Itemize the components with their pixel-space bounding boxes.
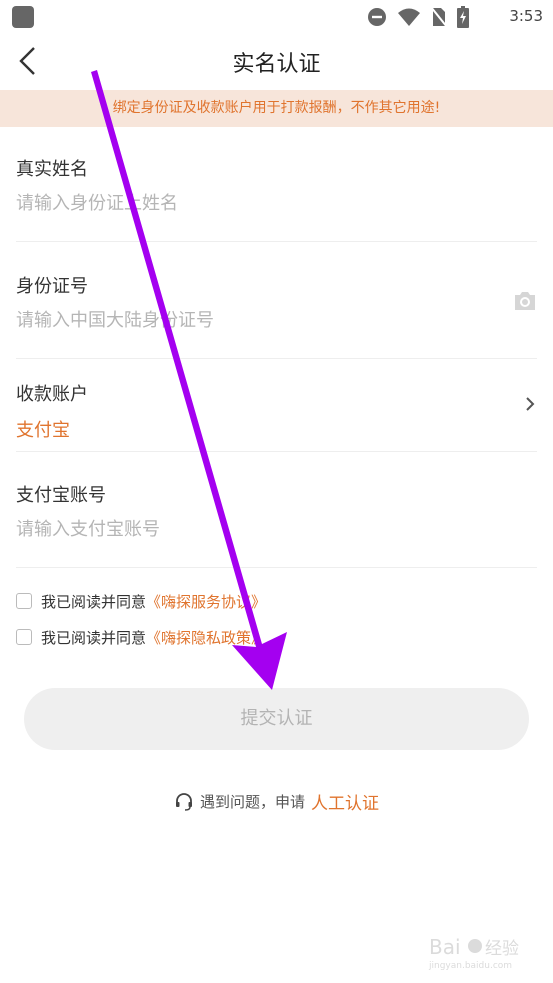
svg-text:Bai: Bai	[429, 935, 461, 959]
divider	[16, 451, 537, 452]
real-name-field: 真实姓名	[16, 155, 537, 214]
svg-text:经验: 经验	[485, 939, 519, 959]
privacy-policy-link[interactable]: 《嗨探隐私政策》	[146, 627, 266, 648]
privacy-policy-row: 我已阅读并同意 《嗨探隐私政策》	[16, 626, 266, 648]
payment-account-value: 支付宝	[16, 420, 70, 441]
no-sim-icon	[431, 7, 447, 27]
help-row: 遇到问题，申请 人工认证	[0, 789, 553, 814]
camera-icon[interactable]	[513, 290, 537, 312]
real-name-input[interactable]	[16, 193, 496, 214]
alipay-account-label: 支付宝账号	[16, 485, 106, 506]
divider	[16, 567, 537, 568]
manual-verification-link[interactable]: 人工认证	[311, 789, 379, 814]
help-text: 遇到问题，申请	[199, 793, 305, 811]
service-agreement-link[interactable]: 《嗨探服务协议》	[146, 591, 266, 612]
real-name-label: 真实姓名	[16, 159, 88, 180]
page-title: 实名认证	[232, 52, 321, 77]
divider	[16, 241, 537, 242]
notice-banner: 绑定身份证及收款账户用于打款报酬，不作其它用途!	[0, 90, 553, 127]
service-agreement-row: 我已阅读并同意 《嗨探服务协议》	[16, 590, 266, 612]
headset-icon	[175, 792, 192, 811]
payment-account-label: 收款账户	[16, 384, 88, 405]
battery-charging-icon	[457, 6, 469, 28]
baidu-jingyan-watermark: Bai 经验 jingyan.baidu.com	[428, 935, 519, 971]
privacy-policy-checkbox[interactable]	[16, 629, 32, 645]
service-agreement-checkbox[interactable]	[16, 593, 32, 609]
id-number-field: 身份证号	[16, 272, 537, 331]
svg-text:jingyan.baidu.com: jingyan.baidu.com	[428, 961, 512, 971]
do-not-disturb-icon	[368, 8, 386, 26]
id-number-input[interactable]	[16, 310, 496, 331]
chevron-right-icon[interactable]	[523, 395, 537, 413]
agreement-text: 我已阅读并同意	[41, 628, 147, 647]
app-bar: 实名认证	[0, 34, 553, 90]
alipay-account-field: 支付宝账号	[16, 481, 537, 540]
agreement-text: 我已阅读并同意	[41, 592, 147, 611]
payment-account-row[interactable]: 收款账户 支付宝	[16, 380, 537, 442]
app-notification-icon	[12, 6, 34, 28]
status-bar: 3:53	[0, 0, 553, 34]
wifi-icon	[398, 8, 420, 26]
alipay-account-input[interactable]	[16, 519, 496, 540]
status-icons	[367, 6, 469, 28]
status-time: 3:53	[509, 7, 543, 25]
submit-button[interactable]: 提交认证	[24, 688, 529, 750]
divider	[16, 358, 537, 359]
id-number-label: 身份证号	[16, 276, 88, 297]
